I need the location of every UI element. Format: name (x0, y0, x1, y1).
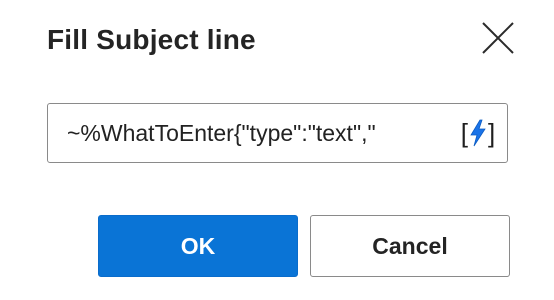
subject-line-value[interactable]: ~%WhatToEnter{"type":"text"," (67, 104, 437, 162)
fill-subject-dialog: Fill Subject line ~%WhatToEnter{"type":"… (0, 0, 554, 300)
dialog-title: Fill Subject line (47, 24, 256, 55)
cancel-button[interactable]: Cancel (310, 215, 510, 277)
lightning-bolt-icon (470, 119, 486, 147)
ok-button[interactable]: OK (98, 215, 298, 277)
bracket-open: [ (460, 118, 468, 148)
close-button[interactable] (474, 14, 522, 62)
bracket-close: ] (488, 118, 496, 148)
subject-line-field[interactable]: ~%WhatToEnter{"type":"text"," [ ] (47, 103, 508, 163)
close-icon (482, 22, 514, 54)
insert-variable-button[interactable]: [ ] (455, 116, 501, 150)
